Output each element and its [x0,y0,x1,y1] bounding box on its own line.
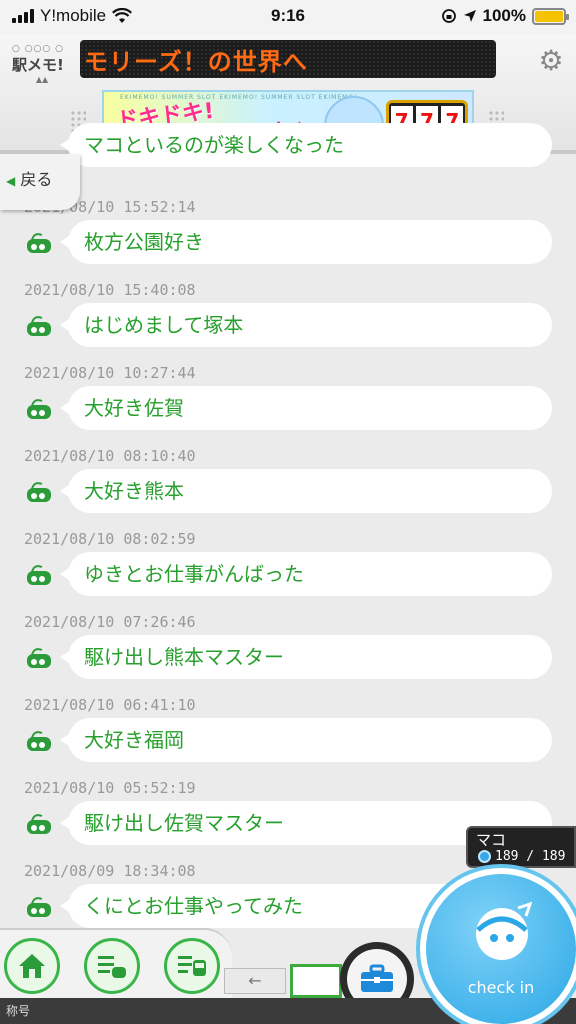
timestamp: 2021/08/10 06:41:10 [24,696,196,714]
status-right: 100% [441,6,569,26]
gear-icon[interactable]: ⚙ [536,46,566,76]
page-indicator [290,964,342,998]
memory-list-button[interactable] [84,938,140,994]
character-icon [27,316,51,336]
character-icon [27,565,51,585]
check-in-label: check in [467,978,535,997]
character-icon [27,233,51,253]
message-bubble[interactable]: 大好き佐賀 [60,386,552,430]
message-bubble[interactable]: 大好き熊本 [60,469,552,513]
list-item[interactable]: 2021/08/10 08:10:40 大好き熊本 [0,447,576,530]
list-character-icon [98,956,126,978]
list-item[interactable]: 2021/08/10 07:26:46 駆け出し熊本マスター [0,613,576,696]
battery-icon [532,7,569,25]
rotation-lock-icon [441,9,456,23]
timestamp: 2021/08/10 05:52:19 [24,779,196,797]
message-bubble[interactable]: はじめまして塚本 [60,303,552,347]
station-list-button[interactable] [164,938,220,994]
status-bar: Y!mobile 9:16 100% [0,0,576,34]
partner-name: マコ [476,831,507,849]
message-bubble[interactable]: マコといるのが楽しくなった [60,123,552,167]
home-icon [19,954,45,978]
partner-status-badge[interactable]: マコ 189 / 189 [466,826,576,868]
list-item[interactable]: 2021/08/10 10:27:44 大好き佐賀 [0,364,576,447]
character-icon [27,897,51,917]
message-bubble[interactable]: 駆け出し熊本マスター [60,635,552,679]
message-bubble[interactable]: ゆきとお仕事がんばった [60,552,552,596]
home-button[interactable] [4,938,60,994]
character-icon [27,814,51,834]
app-logo: ○ ○○○ ○ 駅メモ! ▲▲ [12,44,64,84]
timestamp: 2021/08/09 18:34:08 [24,862,196,880]
character-icon [27,731,51,751]
battery-percent: 100% [482,6,526,25]
nav-panel [0,928,232,998]
check-in-button[interactable]: check in [416,864,576,1024]
list-item[interactable]: 2021/08/10 06:41:10 大好き福岡 [0,696,576,779]
list-item[interactable]: マコといるのが楽しくなった [0,123,576,206]
character-icon [27,648,51,668]
character-face-icon [476,902,532,960]
briefcase-icon [361,964,393,992]
message-bubble[interactable]: 枚方公園好き [60,220,552,264]
timestamp: 2021/08/10 10:27:44 [24,364,196,382]
timestamp: 2021/08/10 15:40:08 [24,281,196,299]
list-train-icon [178,956,206,976]
character-icon [27,482,51,502]
timestamp: 2021/08/10 08:10:40 [24,447,196,465]
timestamp: 2021/08/10 08:02:59 [24,530,196,548]
news-ticker[interactable]: モリーズ！の世界へ [80,40,496,78]
list-item[interactable]: 2021/08/10 15:40:08 はじめまして塚本 [0,281,576,364]
message-bubble[interactable]: 大好き福岡 [60,718,552,762]
list-item[interactable]: 2021/08/10 08:02:59 ゆきとお仕事がんばった [0,530,576,613]
timestamp: 2021/08/10 07:26:46 [24,613,196,631]
partner-stat: 189 / 189 [478,849,565,864]
character-icon [27,399,51,419]
title-label: 称号 [6,1004,31,1018]
back-button[interactable]: ◀ 戻る [0,154,80,210]
location-icon [463,10,476,22]
energy-icon [478,850,491,863]
back-arrow-icon: ◀ [6,174,16,188]
arrow-left-button[interactable]: ← [224,968,286,994]
list-item[interactable]: 2021/08/10 15:52:14 枚方公園好き [0,198,576,281]
